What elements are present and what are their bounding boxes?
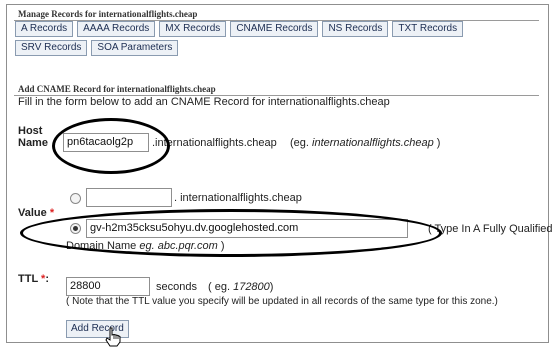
- host-name-example: (eg. internationalflights.cheap ): [290, 137, 441, 149]
- value-subdomain-input[interactable]: [86, 188, 172, 207]
- ttl-label: TTL *:: [18, 273, 49, 285]
- value-fqdn-hint: ( Type In A Fully Qualified: [428, 223, 553, 235]
- tab-txt-records[interactable]: TXT Records: [392, 21, 464, 37]
- manage-records-title: Manage Records for internationalflights.…: [18, 9, 198, 19]
- form-intro: Fill in the form below to add an CNAME R…: [18, 96, 390, 108]
- ttl-note: ( Note that the TTL value you specify wi…: [66, 296, 498, 307]
- value-label: Value *: [18, 207, 55, 219]
- ttl-input[interactable]: 28800: [66, 277, 150, 296]
- ttl-unit: seconds: [156, 281, 197, 293]
- tab-cname-records[interactable]: CNAME Records: [230, 21, 319, 37]
- value-option-subdomain-radio[interactable]: [70, 193, 81, 204]
- value-subdomain-suffix: . internationalflights.cheap: [174, 192, 302, 204]
- hand-pointer-icon: [105, 327, 121, 347]
- host-name-label: Host Name: [18, 125, 48, 149]
- tab-a-records[interactable]: A Records: [15, 21, 74, 37]
- tab-soa-parameters[interactable]: SOA Parameters: [91, 40, 179, 56]
- tab-aaaa-records[interactable]: AAAA Records: [77, 21, 156, 37]
- annotation-oval-host: [52, 118, 170, 174]
- tab-ns-records[interactable]: NS Records: [322, 21, 389, 37]
- ttl-example: ( eg. 172800): [208, 281, 274, 293]
- record-type-tabs: A Records AAAA Records MX Records CNAME Rec…: [15, 21, 485, 59]
- host-name-suffix: .internationalflights.cheap: [152, 137, 277, 149]
- tab-srv-records[interactable]: SRV Records: [15, 40, 88, 56]
- annotation-oval-value: [20, 209, 442, 257]
- tab-mx-records[interactable]: MX Records: [159, 21, 227, 37]
- add-cname-title: Add CNAME Record for internationalflight…: [18, 84, 216, 94]
